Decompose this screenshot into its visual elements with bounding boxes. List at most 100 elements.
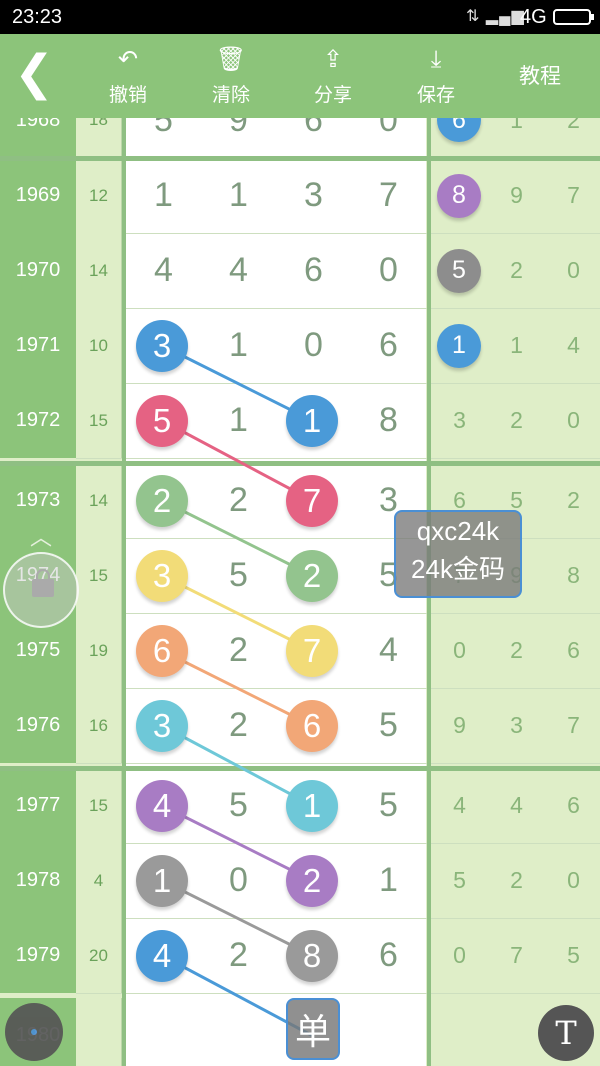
right-digit-cell[interactable]: 3 <box>431 383 488 458</box>
digit-cell[interactable]: 0 <box>276 308 351 383</box>
right-digit-cell[interactable]: 9 <box>431 688 488 763</box>
digit-cell[interactable] <box>351 998 426 1066</box>
highlight-ball[interactable]: 7 <box>286 624 338 677</box>
back-icon[interactable]: ❮ <box>14 50 58 102</box>
right-digit-cell[interactable]: 7 <box>488 918 545 993</box>
right-digit-cell[interactable]: 2 <box>488 613 545 688</box>
right-digit-cell[interactable]: 0 <box>431 918 488 993</box>
digit-cell[interactable]: 6 <box>276 233 351 308</box>
digit-cell[interactable]: 5 <box>351 688 426 763</box>
sum-cell: 15 <box>76 538 122 613</box>
digit-cell[interactable]: 1 <box>351 843 426 918</box>
highlight-ball[interactable]: 3 <box>136 549 188 602</box>
highlight-ball[interactable]: 5 <box>437 248 481 293</box>
highlight-ball[interactable]: 3 <box>136 699 188 752</box>
right-digit-cell[interactable] <box>488 998 545 1066</box>
right-digit-cell[interactable]: 5 <box>431 843 488 918</box>
sum-cell: 14 <box>76 233 122 308</box>
lock-icon <box>32 569 54 597</box>
right-digit-cell[interactable]: 2 <box>488 233 545 308</box>
sum-cell: 14 <box>76 463 122 538</box>
right-digit-cell[interactable]: 3 <box>488 688 545 763</box>
highlight-ball[interactable]: 4 <box>136 929 188 982</box>
sum-cell <box>76 998 122 1066</box>
sum-cell: 12 <box>76 158 122 233</box>
digit-cell[interactable]: 1 <box>201 383 276 458</box>
digit-cell[interactable]: 5 <box>201 538 276 613</box>
highlight-ball[interactable]: 8 <box>286 929 338 982</box>
right-digit-cell[interactable]: 6 <box>545 613 600 688</box>
status-time: 23:23 <box>12 6 63 28</box>
highlight-ball[interactable]: 1 <box>286 779 338 832</box>
highlight-ball[interactable]: 6 <box>286 699 338 752</box>
chevron-up-icon[interactable]: ︿ <box>30 520 52 552</box>
highlight-ball[interactable]: 1 <box>286 394 338 447</box>
right-digit-cell[interactable]: 6 <box>545 768 600 843</box>
text-tool-button[interactable]: T <box>538 1005 594 1061</box>
right-digit-cell[interactable]: 0 <box>431 613 488 688</box>
digit-cell[interactable]: 2 <box>201 463 276 538</box>
digit-cell[interactable]: 7 <box>351 158 426 233</box>
highlight-ball[interactable]: 7 <box>286 474 338 527</box>
tutorial-button[interactable]: 教程 <box>500 60 580 90</box>
right-digit-cell[interactable]: 5 <box>545 918 600 993</box>
highlight-ball[interactable]: 1 <box>136 854 188 907</box>
highlight-ball[interactable]: 2 <box>286 854 338 907</box>
share-button[interactable]: ⇪ 分享 <box>293 44 373 107</box>
save-button[interactable]: ⤓ 保存 <box>396 44 476 107</box>
highlight-ball[interactable]: 3 <box>136 319 188 372</box>
digit-cell[interactable]: 1 <box>201 158 276 233</box>
right-digit-cell[interactable] <box>431 998 488 1066</box>
digit-cell[interactable] <box>126 998 201 1066</box>
highlight-ball[interactable]: 5 <box>136 394 188 447</box>
right-digit-cell[interactable]: 9 <box>488 158 545 233</box>
app-root: 1968185960612196912113789719701444605201… <box>0 0 600 1066</box>
right-digit-cell[interactable]: 8 <box>545 538 600 613</box>
undo-button[interactable]: ↶ 撤销 <box>88 44 168 107</box>
right-digit-cell[interactable]: 1 <box>488 308 545 383</box>
right-digit-cell[interactable]: 7 <box>545 158 600 233</box>
sum-cell: 4 <box>76 843 122 918</box>
digit-cell[interactable]: 0 <box>201 843 276 918</box>
digit-cell[interactable]: 5 <box>201 768 276 843</box>
digit-cell[interactable]: 1 <box>126 158 201 233</box>
digit-cell[interactable]: 6 <box>351 918 426 993</box>
digit-cell[interactable]: 4 <box>351 613 426 688</box>
digit-cell[interactable]: 1 <box>201 308 276 383</box>
highlight-ball[interactable]: 1 <box>437 323 481 368</box>
digit-cell[interactable]: 8 <box>351 383 426 458</box>
digit-cell[interactable] <box>201 998 276 1066</box>
digit-cell[interactable]: 5 <box>351 768 426 843</box>
floating-menu-button[interactable] <box>5 1003 63 1061</box>
single-button[interactable]: 单 <box>286 998 340 1060</box>
right-digit-cell[interactable]: 2 <box>488 383 545 458</box>
digit-cell[interactable]: 0 <box>351 233 426 308</box>
right-digit-cell[interactable]: 4 <box>488 768 545 843</box>
right-digit-cell[interactable]: 2 <box>488 843 545 918</box>
highlight-ball[interactable]: 8 <box>437 173 481 218</box>
lock-floating-button[interactable] <box>3 552 79 628</box>
right-digit-cell[interactable]: 2 <box>545 463 600 538</box>
sum-cell: 15 <box>76 768 122 843</box>
highlight-ball[interactable]: 2 <box>286 549 338 602</box>
digit-cell[interactable]: 2 <box>201 613 276 688</box>
watermark-overlay: qxc24k 24k金码 <box>394 510 522 598</box>
right-digit-cell[interactable]: 0 <box>545 843 600 918</box>
highlight-ball[interactable]: 2 <box>136 474 188 527</box>
right-digit-cell[interactable]: 4 <box>431 768 488 843</box>
trash-icon: 🗑 <box>215 46 247 73</box>
right-digit-cell[interactable]: 4 <box>545 308 600 383</box>
column-separator <box>122 118 126 1066</box>
right-digit-cell[interactable]: 7 <box>545 688 600 763</box>
highlight-ball[interactable]: 6 <box>136 624 188 677</box>
digit-cell[interactable]: 3 <box>276 158 351 233</box>
digit-cell[interactable]: 2 <box>201 688 276 763</box>
digit-cell[interactable]: 4 <box>201 233 276 308</box>
digit-cell[interactable]: 6 <box>351 308 426 383</box>
right-digit-cell[interactable]: 0 <box>545 233 600 308</box>
digit-cell[interactable]: 2 <box>201 918 276 993</box>
digit-cell[interactable]: 4 <box>126 233 201 308</box>
clear-button[interactable]: 🗑 清除 <box>191 44 271 107</box>
right-digit-cell[interactable]: 0 <box>545 383 600 458</box>
highlight-ball[interactable]: 4 <box>136 779 188 832</box>
